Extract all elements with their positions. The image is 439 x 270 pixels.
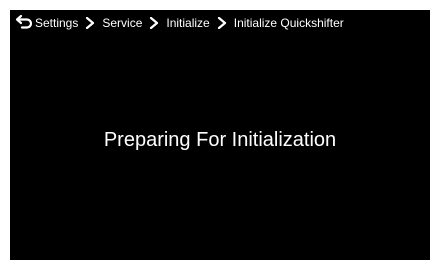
display-screen: Settings Service Initialize Initialize Q… (10, 10, 430, 260)
breadcrumb-initialize-quickshifter: Initialize Quickshifter (233, 15, 344, 30)
chevron-right-icon (212, 13, 232, 33)
chevron-right-icon (144, 13, 164, 33)
breadcrumb-service[interactable]: Service (102, 13, 142, 33)
back-button[interactable] (13, 13, 35, 33)
back-arrow-icon (15, 13, 33, 32)
breadcrumb-settings[interactable]: Settings (35, 13, 78, 33)
status-message: Preparing For Initialization (103, 129, 337, 151)
breadcrumb-initialize[interactable]: Initialize (166, 13, 209, 33)
chevron-right-icon (80, 13, 100, 33)
breadcrumb: Settings Service Initialize Initialize Q… (10, 10, 430, 35)
